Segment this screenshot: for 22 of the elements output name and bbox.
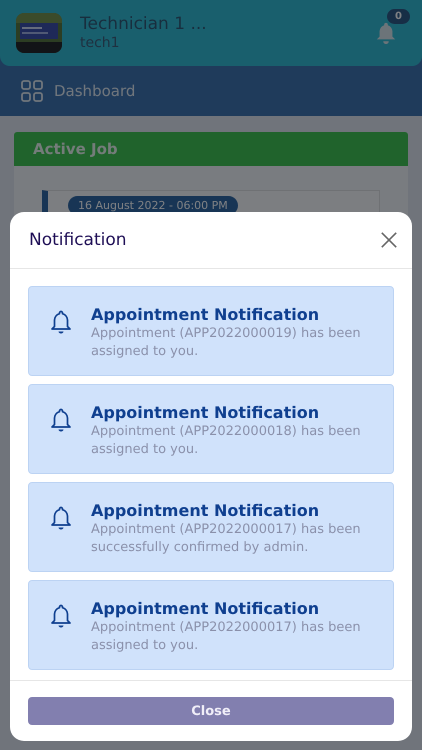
notification-message: Appointment (APP2022000018) has been assigned to you.: [91, 423, 362, 459]
notification-message: Appointment (APP2022000019) has been assigned to you.: [91, 325, 362, 361]
bell-icon[interactable]: [375, 21, 397, 45]
notification-card[interactable]: Appointment Notification Appointment (APP2022000019) has been assigned to you.: [28, 286, 394, 376]
close-icon[interactable]: [380, 231, 398, 249]
notification-card[interactable]: Appointment Notification Appointment (APP2022000017) has been assigned to you.: [28, 580, 394, 670]
notification-message: Appointment (APP2022000017) has been assigned to you.: [91, 619, 362, 655]
bell-icon: [49, 603, 73, 629]
bell-icon: [49, 309, 73, 335]
notification-title: Appointment Notification: [91, 501, 320, 520]
notification-card[interactable]: Appointment Notification Appointment (APP2022000018) has been assigned to you.: [28, 384, 394, 474]
modal-title: Notification: [29, 230, 127, 250]
dashboard-icon[interactable]: [21, 80, 43, 102]
notification-card[interactable]: Appointment Notification Appointment (APP2022000017) has been successfully confirmed by admin.: [28, 482, 394, 572]
notification-title: Appointment Notification: [91, 403, 320, 422]
bell-icon: [49, 505, 73, 531]
notification-message: Appointment (APP2022000017) has been successfully confirmed by admin.: [91, 521, 362, 557]
notification-title: Appointment Notification: [91, 599, 320, 618]
active-job-title: Active Job: [14, 132, 408, 166]
notification-count: 0: [387, 9, 410, 24]
bell-icon: [49, 407, 73, 433]
notification-title: Appointment Notification: [91, 305, 320, 324]
